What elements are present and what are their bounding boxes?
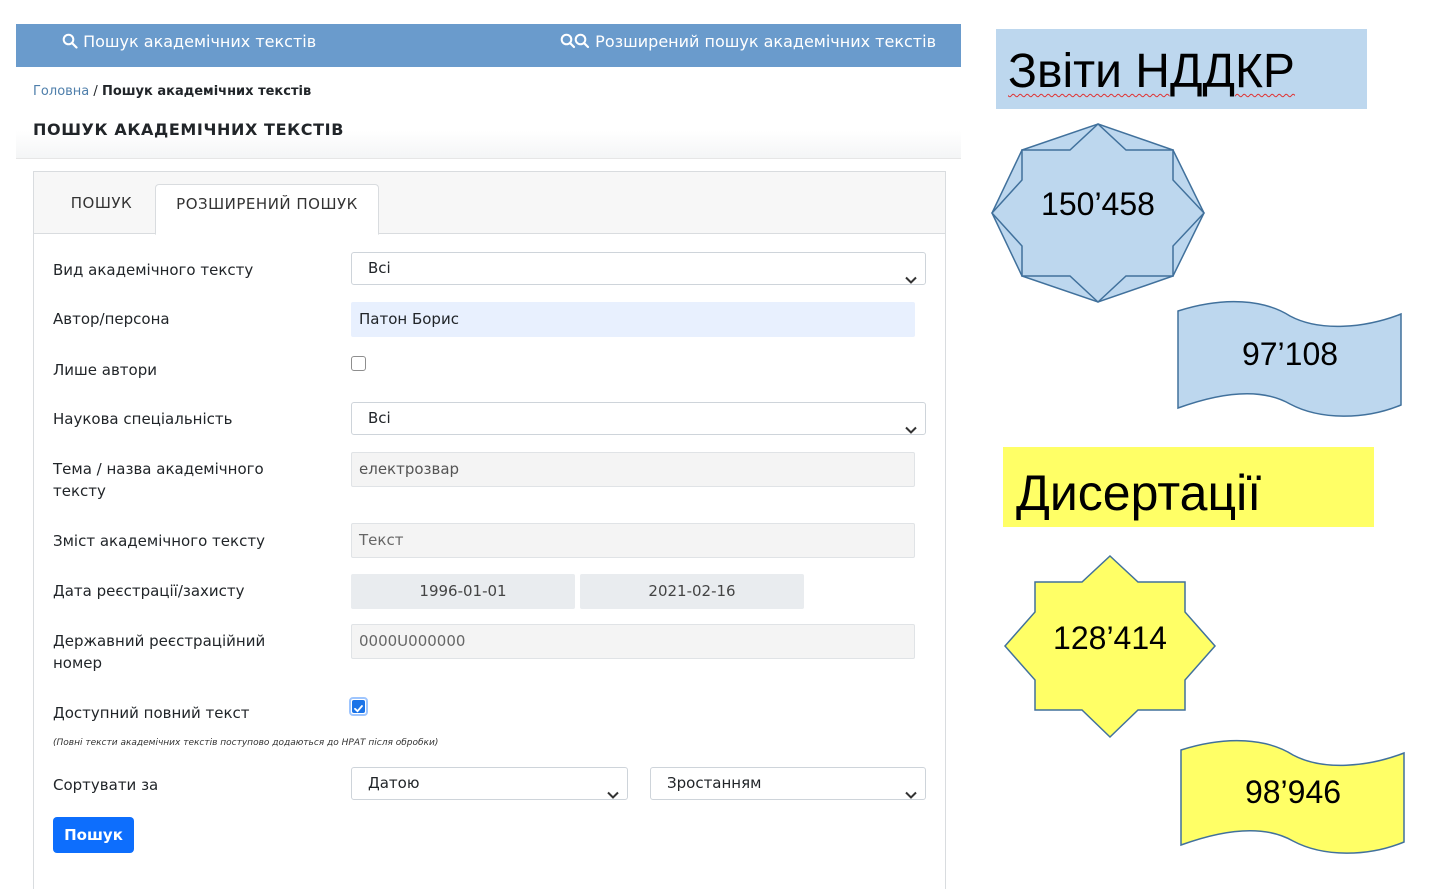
reports-wave-value: 97’108 bbox=[1241, 336, 1339, 372]
dissertations-star-value: 128’414 bbox=[1053, 620, 1167, 656]
dissertations-banner: Дисертації bbox=[1003, 447, 1374, 527]
dissertations-wave-value: 98’946 bbox=[1244, 774, 1342, 810]
dissertations-title: Дисертації bbox=[1016, 465, 1262, 521]
infographic-shapes bbox=[990, 122, 1405, 854]
reports-star-value: 150’458 bbox=[1041, 186, 1155, 222]
